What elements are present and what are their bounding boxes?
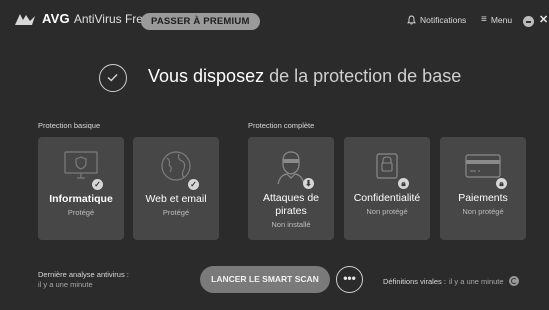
card-web-et-email[interactable]: ✓ Web et email Protégé <box>133 137 219 240</box>
smart-scan-button[interactable]: LANCER LE SMART SCAN <box>200 266 330 293</box>
card-status: Protégé <box>67 208 95 217</box>
card-name: Paiements <box>458 192 508 204</box>
card-status: Non installé <box>271 220 311 229</box>
more-options-button[interactable]: ••• <box>336 266 363 293</box>
card-name-line2: pirates <box>275 205 307 217</box>
protected-check-badge-icon: ✓ <box>188 179 199 190</box>
card-name: Attaques de pirates <box>248 192 334 218</box>
protection-status-title: Vous disposez de la protection de base <box>148 66 461 87</box>
last-scan-info: Dernière analyse antivirus : il y a une … <box>38 270 129 290</box>
globe-icon <box>161 151 191 181</box>
menu-label: Menu <box>490 15 513 25</box>
refresh-definitions-icon[interactable] <box>508 276 519 286</box>
card-name: Web et email <box>145 193 207 205</box>
notifications-label: Notifications <box>420 15 467 25</box>
card-status: Protégé <box>162 208 190 217</box>
card-name-line1: Attaques de <box>262 192 320 204</box>
card-confidentialite[interactable]: 🔒︎ Confidentialité Non protégé <box>344 137 430 240</box>
definitions-label: Définitions virales : <box>383 276 446 286</box>
card-status: Non protégé <box>462 207 504 216</box>
close-button[interactable]: ✕ <box>539 13 548 26</box>
notifications-button[interactable]: Notifications <box>407 15 466 25</box>
protected-check-badge-icon: ✓ <box>92 179 103 190</box>
card-status: Non protégé <box>366 207 408 216</box>
card-paiements[interactable]: 🔒︎ Paiements Non protégé <box>440 137 526 240</box>
app-logo: AVG AntiVirus Free <box>14 11 150 26</box>
menu-button[interactable]: ≡ Menu <box>481 14 513 26</box>
last-scan-value: il y a une minute <box>38 280 93 289</box>
locked-badge-icon: 🔒︎ <box>398 178 409 189</box>
upgrade-premium-button[interactable]: PASSER À PREMIUM <box>141 13 260 30</box>
status-title-strong: Vous disposez <box>148 66 265 86</box>
avg-logo-icon <box>15 13 35 25</box>
card-informatique[interactable]: ✓ Informatique Protégé <box>38 137 124 240</box>
card-name: Confidentialité <box>353 192 421 204</box>
protection-status-check-icon <box>99 64 127 92</box>
install-download-badge-icon: ⬇ <box>303 178 314 189</box>
credit-card-icon <box>465 154 501 178</box>
last-scan-label: Dernière analyse antivirus : <box>38 270 129 279</box>
basic-protection-label: Protection basique <box>38 121 101 130</box>
card-name: Informatique <box>49 193 113 205</box>
status-title-light: de la protection de base <box>264 66 462 86</box>
bell-icon <box>407 15 416 25</box>
definitions-value: il y a une minute <box>448 276 504 286</box>
full-protection-label: Protection complète <box>248 121 315 130</box>
top-bar: AVG AntiVirus Free PASSER À PREMIUM Noti… <box>0 0 549 40</box>
hamburger-icon: ≡ <box>481 14 487 25</box>
avg-main-window: AVG AntiVirus Free PASSER À PREMIUM Noti… <box>0 0 549 310</box>
product-name: AntiVirus Free <box>73 11 150 26</box>
minimize-button[interactable] <box>523 16 534 27</box>
monitor-shield-icon <box>64 151 98 179</box>
brand-name: AVG <box>42 11 70 26</box>
locked-badge-icon: 🔒︎ <box>496 178 507 189</box>
card-attaques-de-pirates[interactable]: ⬇ Attaques de pirates Non installé <box>248 137 334 240</box>
virus-definitions-info: Définitions virales : il y a une minute <box>383 276 519 286</box>
